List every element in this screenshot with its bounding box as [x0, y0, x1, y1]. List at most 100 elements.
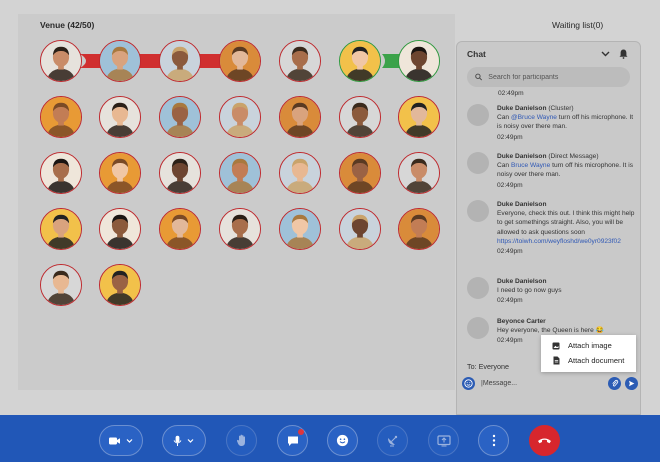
camera-icon: [109, 437, 133, 444]
message-composer: [462, 374, 638, 392]
attach-button[interactable]: [608, 376, 621, 390]
chat-toggle-button[interactable]: [277, 425, 308, 456]
attach-menu: Attach image Attach document: [541, 335, 636, 372]
emoji-picker-button[interactable]: [462, 376, 475, 390]
participant-avatar[interactable]: [159, 208, 201, 250]
avatar: [467, 104, 489, 126]
message-text-pre: Can: [497, 162, 511, 170]
image-icon: [551, 341, 561, 351]
search-input[interactable]: [488, 73, 622, 81]
participant-avatar[interactable]: [339, 96, 381, 138]
participant-search[interactable]: [467, 67, 630, 87]
search-icon: [475, 73, 483, 81]
participant-avatar[interactable]: [159, 152, 201, 194]
avatar: [467, 277, 489, 299]
attach-document-label: Attach document: [568, 356, 625, 365]
message-time: 02:49pm: [497, 133, 523, 141]
message-text: Can @Bruce Wayne turn off his microphone…: [497, 113, 635, 131]
avatar: [467, 317, 489, 339]
send-button[interactable]: [625, 376, 638, 390]
smiley-icon: [336, 434, 349, 447]
participant-avatar[interactable]: [99, 96, 141, 138]
waiting-list-label[interactable]: Waiting list(0): [552, 20, 603, 30]
bell-icon[interactable]: [616, 47, 630, 61]
message-author: Duke Danielson: [497, 105, 547, 112]
broadcast-button[interactable]: [377, 425, 408, 456]
recipient-selector[interactable]: To: Everyone: [467, 362, 509, 371]
more-vertical-icon: [492, 434, 495, 447]
attach-image-item[interactable]: Attach image: [541, 338, 636, 353]
call-toolbar: [0, 415, 660, 462]
chat-message: Duke Danielson Everyone, check this out.…: [467, 200, 635, 256]
participant-avatar[interactable]: [159, 40, 201, 82]
participant-avatar[interactable]: [279, 96, 321, 138]
message-input[interactable]: [481, 379, 602, 387]
message-time: 02:49pm: [498, 90, 524, 97]
mention-link[interactable]: Bruce Wayne: [511, 162, 550, 169]
share-screen-icon: [436, 434, 451, 446]
chat-title: Chat: [467, 49, 486, 59]
participant-avatar[interactable]: [339, 40, 381, 82]
participant-avatar[interactable]: [279, 208, 321, 250]
participant-avatar[interactable]: [219, 96, 261, 138]
participant-avatar[interactable]: [99, 152, 141, 194]
end-call-button[interactable]: [529, 425, 560, 456]
message-author: Beyonce Carter: [497, 318, 546, 325]
attach-image-label: Attach image: [568, 341, 612, 350]
microphone-icon: [173, 435, 194, 446]
participant-avatar[interactable]: [99, 208, 141, 250]
participant-avatar[interactable]: [398, 40, 440, 82]
participant-avatar[interactable]: [40, 208, 82, 250]
hang-up-icon: [538, 438, 551, 444]
message-author: Duke Danielson: [497, 278, 547, 285]
mention-link[interactable]: @Bruce Wayne: [511, 114, 557, 121]
participant-avatar[interactable]: [398, 208, 440, 250]
unread-dot: [298, 429, 304, 435]
chat-message: Duke Danielson (Cluster) Can @Bruce Wayn…: [467, 104, 635, 142]
venue-title: Venue (42/50): [40, 20, 95, 30]
avatar: [467, 152, 489, 174]
paperclip-icon: [611, 379, 618, 386]
message-author: Duke Danielson: [497, 201, 547, 208]
camera-button[interactable]: [99, 425, 143, 456]
participant-avatar[interactable]: [40, 96, 82, 138]
message-tag: (Direct Message): [548, 153, 599, 160]
message-text-pre: Can: [497, 114, 511, 122]
message-text: Everyone, check this out. I think this m…: [497, 210, 635, 236]
participant-avatar[interactable]: [40, 152, 82, 194]
chat-bubble-icon: [287, 436, 298, 446]
chat-header: Chat: [457, 42, 640, 66]
participant-avatar[interactable]: [279, 40, 321, 82]
message-author: Duke Danielson: [497, 153, 547, 160]
emoji-reaction-button[interactable]: [327, 425, 358, 456]
participant-avatar[interactable]: [40, 264, 82, 306]
message-time: 02:49pm: [497, 181, 523, 189]
participant-avatar[interactable]: [99, 264, 141, 306]
message-tag: (Cluster): [548, 105, 574, 112]
participant-avatar[interactable]: [339, 152, 381, 194]
attach-document-item[interactable]: Attach document: [541, 353, 636, 368]
participant-avatar[interactable]: [159, 96, 201, 138]
message-text: I need to go now guys: [497, 287, 562, 295]
participant-avatar[interactable]: [339, 208, 381, 250]
hand-icon: [236, 434, 245, 446]
participant-avatar[interactable]: [40, 40, 82, 82]
chevron-down-icon[interactable]: [598, 47, 612, 61]
participant-avatar[interactable]: [279, 152, 321, 194]
raise-hand-button[interactable]: [226, 425, 257, 456]
participant-avatar[interactable]: [219, 208, 261, 250]
more-options-button[interactable]: [478, 425, 509, 456]
participant-avatar[interactable]: [219, 152, 261, 194]
message-time: 02:49pm: [497, 248, 523, 256]
participant-avatar[interactable]: [398, 96, 440, 138]
participant-avatar[interactable]: [219, 40, 261, 82]
document-icon: [551, 356, 561, 366]
chat-message: Duke Danielson I need to go now guys 02:…: [467, 277, 635, 306]
share-screen-button[interactable]: [428, 425, 459, 456]
chat-message: Duke Danielson (Direct Message) Can Bruc…: [467, 152, 635, 190]
shared-link[interactable]: https://toiwh.com/weyfloshd/we0yr0923f02: [497, 237, 635, 246]
participant-avatar[interactable]: [99, 40, 141, 82]
microphone-button[interactable]: [162, 425, 206, 456]
participant-avatar[interactable]: [398, 152, 440, 194]
message-text: Can Bruce Wayne turn off his microphone.…: [497, 161, 635, 179]
